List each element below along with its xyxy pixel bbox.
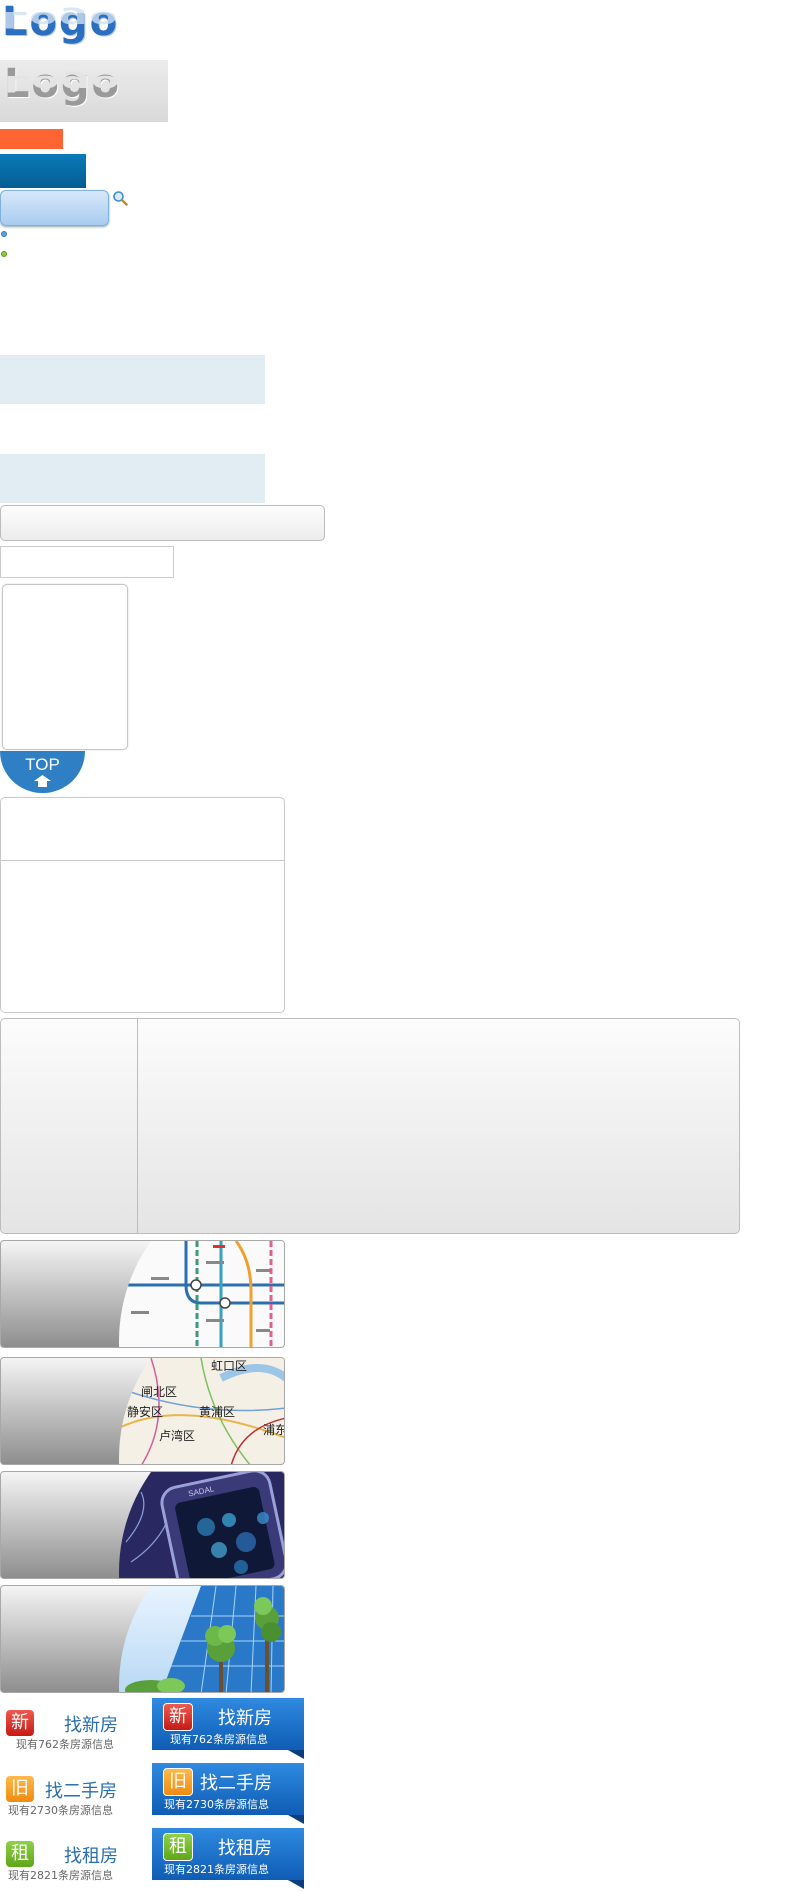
search-input[interactable] bbox=[0, 190, 109, 226]
category-subtitle: 现有2730条房源信息 bbox=[164, 1798, 269, 1811]
ribbon-fold bbox=[288, 1880, 304, 1889]
box-divider bbox=[1, 860, 284, 861]
tile-district-map[interactable]: 虹口区 闸北区 静安区 黄浦区 卢湾区 浦东 bbox=[0, 1357, 285, 1465]
district-label-2: 闸北区 bbox=[141, 1385, 177, 1399]
pale-band-2 bbox=[0, 454, 265, 503]
wide-panel-separator bbox=[137, 1019, 138, 1233]
second-hand-badge: 旧 bbox=[6, 1776, 34, 1802]
district-label-4: 黄浦区 bbox=[199, 1405, 235, 1419]
home-up-icon bbox=[34, 775, 51, 787]
category-subtitle: 现有2821条房源信息 bbox=[164, 1863, 269, 1876]
find-rental-button[interactable]: 租 找租房 现有2821条房源信息 bbox=[152, 1828, 304, 1889]
bullet-blue-icon bbox=[1, 231, 7, 237]
category-subtitle: 现有762条房源信息 bbox=[16, 1738, 114, 1751]
find-second-hand-link[interactable]: 旧 找二手房 现有2730条房源信息 bbox=[6, 1770, 121, 1826]
logo-gray-reflection: Logo bbox=[4, 70, 122, 96]
category-title: 找租房 bbox=[64, 1846, 118, 1867]
logo-blue: Logo Logo bbox=[0, 0, 165, 56]
find-new-house-button[interactable]: 新 找新房 现有762条房源信息 bbox=[152, 1698, 304, 1759]
find-rental-link[interactable]: 租 找租房 现有2821条房源信息 bbox=[6, 1835, 121, 1891]
tile-subway-map[interactable] bbox=[0, 1240, 285, 1348]
second-hand-badge: 旧 bbox=[163, 1768, 193, 1796]
rental-badge: 租 bbox=[163, 1833, 193, 1861]
district-label-1: 虹口区 bbox=[211, 1359, 247, 1373]
district-label-3: 静安区 bbox=[127, 1404, 163, 1419]
content-box bbox=[0, 797, 285, 1013]
district-label-6: 浦东 bbox=[263, 1423, 285, 1437]
bullet-green-icon bbox=[1, 251, 7, 257]
find-second-hand-button[interactable]: 旧 找二手房 现有2730条房源信息 bbox=[152, 1763, 304, 1824]
back-to-top-button[interactable]: TOP bbox=[0, 751, 85, 793]
logo-reflection: Logo bbox=[2, 6, 120, 32]
tile-mobile-phone[interactable]: SADAL bbox=[0, 1471, 285, 1579]
search-icon[interactable] bbox=[112, 190, 128, 206]
category-title: 找新房 bbox=[64, 1715, 118, 1736]
ribbon-fold bbox=[288, 1815, 304, 1824]
logo-gray: Logo Logo bbox=[0, 60, 168, 122]
category-subtitle: 现有762条房源信息 bbox=[170, 1733, 268, 1746]
orange-button[interactable] bbox=[0, 129, 63, 149]
ribbon-fold bbox=[288, 1750, 304, 1759]
top-label: TOP bbox=[25, 755, 60, 774]
category-title: 找新房 bbox=[218, 1708, 272, 1729]
district-map-image: 虹口区 闸北区 静安区 黄浦区 卢湾区 浦东 bbox=[119, 1358, 285, 1464]
side-panel bbox=[2, 584, 128, 750]
subway-map-image bbox=[119, 1241, 284, 1347]
category-subtitle: 现有2821条房源信息 bbox=[8, 1869, 113, 1882]
pale-band-1 bbox=[0, 355, 265, 404]
pill-bar[interactable] bbox=[0, 505, 325, 541]
text-field[interactable] bbox=[0, 546, 174, 578]
blue-nav-button[interactable] bbox=[0, 154, 86, 188]
district-label-5: 卢湾区 bbox=[159, 1428, 195, 1443]
new-badge: 新 bbox=[163, 1703, 193, 1731]
wide-panel bbox=[0, 1018, 740, 1234]
category-title: 找租房 bbox=[218, 1838, 272, 1859]
find-new-house-link[interactable]: 新 找新房 现有762条房源信息 bbox=[6, 1704, 121, 1760]
tile-building-trees[interactable] bbox=[0, 1585, 285, 1693]
rental-badge: 租 bbox=[6, 1841, 34, 1867]
mobile-phone-image: SADAL bbox=[119, 1472, 284, 1578]
new-badge: 新 bbox=[6, 1710, 34, 1736]
category-title: 找二手房 bbox=[45, 1781, 117, 1802]
category-subtitle: 现有2730条房源信息 bbox=[8, 1804, 113, 1817]
building-trees-image bbox=[119, 1586, 284, 1692]
category-title: 找二手房 bbox=[200, 1773, 272, 1794]
